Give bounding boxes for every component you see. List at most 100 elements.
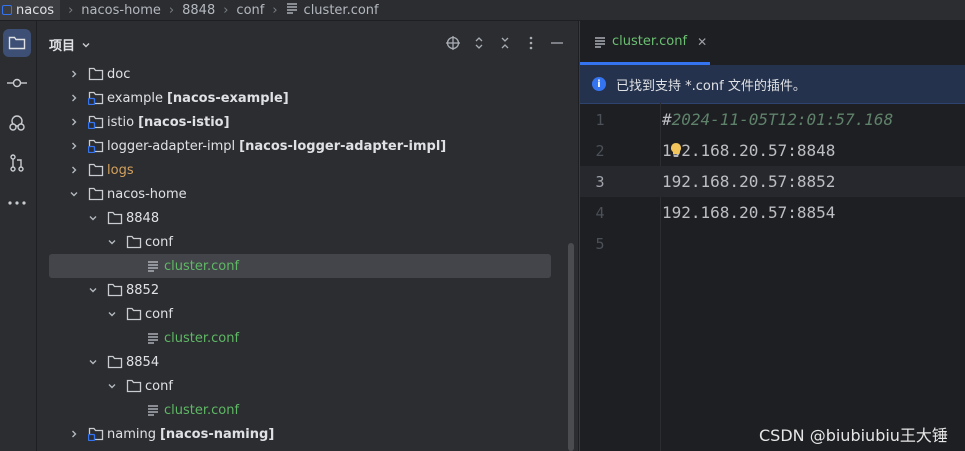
project-panel: 项目 doc example [nacos-example] istio [nacos-… xyxy=(37,21,578,451)
line-number: 4 xyxy=(595,203,605,222)
module-folder-icon xyxy=(88,90,104,106)
breadcrumb-item[interactable]: conf xyxy=(236,3,264,18)
git-icon xyxy=(9,115,25,131)
info-icon: i xyxy=(592,77,606,91)
tree-item-label: logger-adapter-impl xyxy=(107,138,236,154)
tree-item-label: conf xyxy=(145,378,173,394)
chevron-right-icon[interactable] xyxy=(68,164,80,176)
commit-tool-button[interactable] xyxy=(3,69,31,97)
folder-icon xyxy=(126,306,142,322)
text-file-icon xyxy=(595,36,605,48)
folder-icon xyxy=(88,186,104,202)
folder-icon xyxy=(107,210,123,226)
code-text: #2024-11-05T12:01:57.168 xyxy=(662,110,893,129)
text-file-icon xyxy=(145,402,161,418)
tree-item-label: cluster.conf xyxy=(164,258,240,274)
tree-item-label: example xyxy=(107,90,163,106)
chevron-right-icon: › xyxy=(68,2,74,18)
commit-icon xyxy=(7,78,27,88)
more-tool-button[interactable] xyxy=(3,189,31,217)
tree-item[interactable]: conf xyxy=(49,302,551,326)
chevron-right-icon[interactable] xyxy=(68,68,80,80)
git-tool-button[interactable] xyxy=(3,109,31,137)
activity-bar xyxy=(0,21,37,451)
module-name: [nacos-naming] xyxy=(159,426,275,442)
code-text: 192.168.20.57:8854 xyxy=(662,203,836,222)
options-button[interactable] xyxy=(523,35,539,51)
folder-icon xyxy=(107,354,123,370)
tree-item[interactable]: conf xyxy=(49,374,551,398)
code-line[interactable]: 3 192.168.20.57:8852 xyxy=(580,166,965,197)
tree-item[interactable]: cluster.conf xyxy=(49,398,551,422)
chevron-right-icon[interactable] xyxy=(68,116,80,128)
tree-item[interactable]: logger-adapter-impl [nacos-logger-adapter… xyxy=(49,134,551,158)
chevron-down-icon[interactable] xyxy=(87,212,99,224)
panel-title: 项目 xyxy=(49,39,76,54)
module-name: [nacos-example] xyxy=(166,90,289,106)
pull-request-tool-button[interactable] xyxy=(3,149,31,177)
tree-item[interactable]: logs xyxy=(49,158,551,182)
locate-button[interactable] xyxy=(445,35,461,51)
chevron-right-icon[interactable] xyxy=(68,140,80,152)
tree-item[interactable]: istio [nacos-istio] xyxy=(49,110,551,134)
tree-item[interactable]: 8848 xyxy=(49,206,551,230)
lightbulb-icon[interactable] xyxy=(669,142,683,158)
module-icon xyxy=(2,5,12,15)
tree-item[interactable]: doc xyxy=(49,62,551,86)
folder-icon xyxy=(88,66,104,82)
text-file-icon xyxy=(286,2,298,18)
close-icon[interactable]: ✕ xyxy=(697,35,707,49)
chevron-down-icon[interactable] xyxy=(106,380,118,392)
tree-item[interactable]: nacos-home xyxy=(49,182,551,206)
breadcrumb: nacos › nacos-home › 8848 › conf › clust… xyxy=(0,0,965,21)
chevron-down-icon[interactable] xyxy=(87,284,99,296)
chevron-right-icon: › xyxy=(223,2,229,18)
tree-item-label: cluster.conf xyxy=(164,402,240,418)
project-tool-button[interactable] xyxy=(3,29,31,57)
tree-item[interactable]: naming [nacos-naming] xyxy=(49,422,551,446)
tree-item[interactable]: 8852 xyxy=(49,278,551,302)
tree-item-label: 8854 xyxy=(126,354,160,370)
tree-item[interactable]: example [nacos-example] xyxy=(49,86,551,110)
chevron-right-icon[interactable] xyxy=(68,428,80,440)
expand-all-button[interactable] xyxy=(471,35,487,51)
breadcrumb-item[interactable]: nacos-home xyxy=(81,3,161,18)
code-line[interactable]: 1 #2024-11-05T12:01:57.168 xyxy=(580,104,965,135)
tree-item-label: conf xyxy=(145,306,173,322)
module-folder-icon xyxy=(88,138,104,154)
hide-panel-button[interactable] xyxy=(549,35,565,51)
breadcrumb-item[interactable]: 8848 xyxy=(182,3,215,18)
scrollbar[interactable] xyxy=(568,243,574,451)
tree-item-label: 8852 xyxy=(126,282,160,298)
code-line[interactable]: 4 192.168.20.57:8854 xyxy=(580,197,965,228)
code-text: 192.168.20.57:8848 xyxy=(662,141,836,160)
chevron-down-icon[interactable] xyxy=(106,308,118,320)
tab-cluster-conf[interactable]: cluster.conf ✕ xyxy=(580,21,710,65)
tree-item-label: doc xyxy=(107,66,131,82)
chevron-down-icon[interactable] xyxy=(68,188,80,200)
tree-item[interactable]: conf xyxy=(49,230,551,254)
tree-item-label: logs xyxy=(107,162,134,178)
tree-item[interactable]: 8854 xyxy=(49,350,551,374)
collapse-all-button[interactable] xyxy=(497,35,513,51)
folder-icon xyxy=(88,162,104,178)
tree-item-label: istio xyxy=(107,114,135,130)
chevron-down-icon[interactable] xyxy=(87,356,99,368)
code-line[interactable]: 2 192.168.20.57:8848 xyxy=(580,135,965,166)
tree-item-label: conf xyxy=(145,234,173,250)
tree-item[interactable]: cluster.conf xyxy=(49,254,551,278)
chevron-right-icon[interactable] xyxy=(68,92,80,104)
code-line[interactable]: 5 xyxy=(580,228,965,259)
chevron-down-icon[interactable] xyxy=(106,236,118,248)
target-icon xyxy=(446,36,460,50)
pull-request-icon xyxy=(10,154,24,172)
chevron-right-icon: › xyxy=(168,2,175,18)
folder-icon xyxy=(107,282,123,298)
tree-item[interactable]: cluster.conf xyxy=(49,326,551,350)
breadcrumb-item-current[interactable]: cluster.conf xyxy=(304,3,379,18)
module-name: [nacos-logger-adapter-impl] xyxy=(239,138,447,154)
project-view-selector[interactable]: 项目 xyxy=(49,35,91,54)
banner-text: 已找到支持 *.conf 文件的插件。 xyxy=(616,78,806,94)
breadcrumb-item-root[interactable]: nacos xyxy=(0,0,61,20)
comment-text: 2024-11-05T12:01:57.168 xyxy=(671,110,894,129)
